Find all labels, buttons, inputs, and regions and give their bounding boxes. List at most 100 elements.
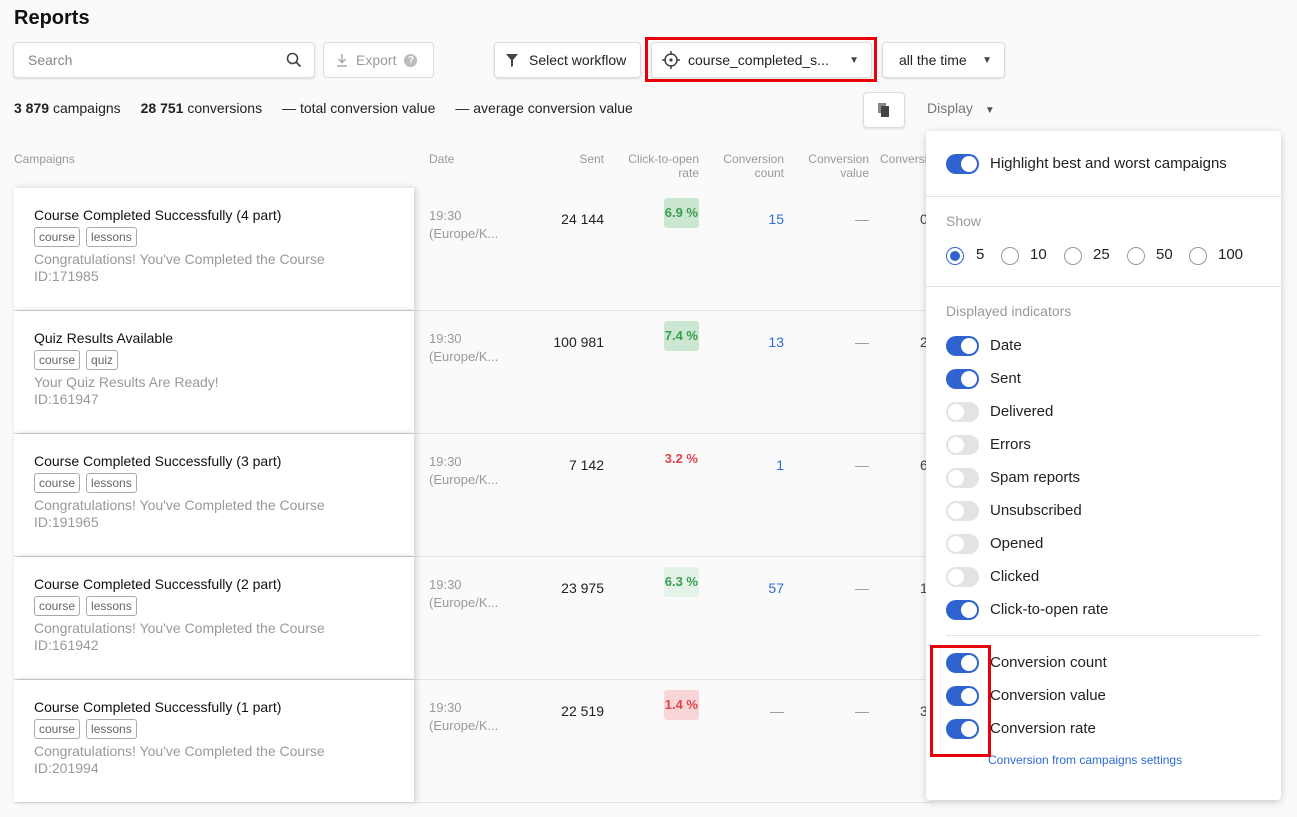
col-conversion-value[interactable]: Conversion value [800,152,869,180]
table-row[interactable]: Course Completed Successfully (1 part) c… [14,680,934,803]
conversion-count-cell[interactable]: 15 [768,211,784,227]
export-label: Export [356,52,397,68]
period-dropdown[interactable]: all the time ▼ [882,42,1005,78]
indicator-toggle[interactable] [946,719,979,739]
campaign-id: ID:161942 [34,637,99,653]
indicator-toggle[interactable] [946,653,979,673]
campaign-name[interactable]: Course Completed Successfully (1 part) [34,699,394,715]
col-date[interactable]: Date [429,152,454,166]
table-row[interactable]: Course Completed Successfully (2 part) c… [14,557,934,680]
show-option-label: 25 [1093,246,1110,263]
indicator-label: Conversion count [990,654,1107,671]
indicator-label: Spam reports [990,469,1081,486]
show-option-label: 50 [1156,246,1173,263]
col-campaigns[interactable]: Campaigns [14,152,75,166]
show-radio-10[interactable] [1001,247,1019,265]
tag: lessons [86,719,137,739]
period-value: all the time [899,52,967,68]
campaign-card[interactable]: Course Completed Successfully (1 part) c… [14,680,414,802]
conversion-count-cell[interactable]: 57 [768,580,784,596]
tag: course [34,227,81,247]
campaign-id: ID:201994 [34,760,99,776]
highlight-label: Highlight best and worst campaigns [990,155,1227,172]
select-workflow-button[interactable]: Select workflow [494,42,641,78]
indicator-toggle[interactable] [946,468,979,488]
campaign-name[interactable]: Course Completed Successfully (3 part) [34,453,394,469]
indicator-toggle[interactable] [946,435,979,455]
conversion-count-cell[interactable]: 1 [776,457,784,473]
sent-cell: 100 981 [553,334,604,350]
campaign-card[interactable]: Course Completed Successfully (3 part) c… [14,434,414,556]
ctor-cell: 1.4 % [663,690,699,720]
indicators-label: Displayed indicators [946,303,1072,319]
search-icon [286,52,302,68]
indicator-toggle[interactable] [946,567,979,587]
campaign-card[interactable]: Quiz Results Available course quiz Your Q… [14,311,414,433]
tag: course [34,473,81,493]
indicator-label: Conversion value [990,687,1106,704]
date-time: 19:30 [429,700,462,715]
table-row[interactable]: Quiz Results Available course quiz Your Q… [14,311,934,434]
export-button[interactable]: Export ? [323,42,434,78]
show-radio-100[interactable] [1189,247,1207,265]
indicator-toggle[interactable] [946,534,979,554]
campaign-name[interactable]: Course Completed Successfully (2 part) [34,576,394,592]
display-label: Display [927,100,973,116]
show-radio-50[interactable] [1127,247,1145,265]
tag: course [34,350,81,370]
campaign-name[interactable]: Quiz Results Available [34,330,394,346]
campaign-name[interactable]: Course Completed Successfully (4 part) [34,207,394,223]
show-option-label: 5 [976,246,985,263]
indicator-toggle[interactable] [946,402,979,422]
display-dropdown[interactable]: Display ▼ [927,100,995,116]
display-settings-panel: Highlight best and worst campaigns Show … [926,131,1281,800]
conversion-value-cell: — [855,211,869,227]
tag: lessons [86,596,137,616]
indicator-toggle[interactable] [946,686,979,706]
show-label: Show [946,213,982,229]
chevron-down-icon: ▼ [849,55,859,66]
show-radio-5[interactable] [946,247,964,265]
col-conversion-rate[interactable]: Conversi ra [880,152,926,166]
indicator-toggle[interactable] [946,501,979,521]
tag: quiz [86,350,119,370]
col-ctor[interactable]: Click-to-open rate [620,152,699,180]
indicator-label: Delivered [990,403,1054,420]
campaign-subject: Your Quiz Results Are Ready! [34,374,219,390]
col-conversion-count[interactable]: Conversion count [715,152,784,180]
copy-button[interactable] [863,92,905,128]
conversions-label: conversions [187,100,263,116]
indicator-toggle[interactable] [946,369,979,389]
date-timezone: (Europe/K... [429,595,499,610]
table-row[interactable]: Course Completed Successfully (4 part) c… [14,188,934,311]
table-row[interactable]: Course Completed Successfully (3 part) c… [14,434,934,557]
tag: lessons [86,227,137,247]
copy-icon [878,103,889,117]
date-time: 19:30 [429,454,462,469]
conversion-count-cell[interactable]: 13 [768,334,784,350]
campaign-card[interactable]: Course Completed Successfully (2 part) c… [14,557,414,679]
date-time: 19:30 [429,331,462,346]
date-timezone: (Europe/K... [429,226,499,241]
ctor-cell: 6.3 % [663,567,699,597]
campaign-id: ID:161947 [34,391,99,407]
indicator-label: Unsubscribed [990,502,1082,519]
help-icon[interactable]: ? [404,53,418,67]
highlight-toggle[interactable] [946,154,979,174]
search-input[interactable]: Search [13,42,315,78]
campaign-id: ID:191965 [34,514,99,530]
funnel-icon [506,54,518,67]
indicator-toggle[interactable] [946,600,979,620]
indicator-toggle[interactable] [946,336,979,356]
show-option-label: 100 [1218,246,1244,263]
conversion-settings-link[interactable]: Conversion from campaigns settings [988,753,1182,767]
date-timezone: (Europe/K... [429,472,499,487]
col-sent[interactable]: Sent [560,152,604,166]
ctor-cell: 6.9 % [663,198,699,228]
campaign-card[interactable]: Course Completed Successfully (4 part) c… [14,188,414,310]
conversion-count-cell[interactable]: — [770,703,784,719]
show-radio-25[interactable] [1064,247,1082,265]
select-workflow-label: Select workflow [529,52,627,68]
goal-value: course_completed_s... [688,52,829,68]
conversion-goal-dropdown[interactable]: course_completed_s... ▼ [651,42,872,78]
